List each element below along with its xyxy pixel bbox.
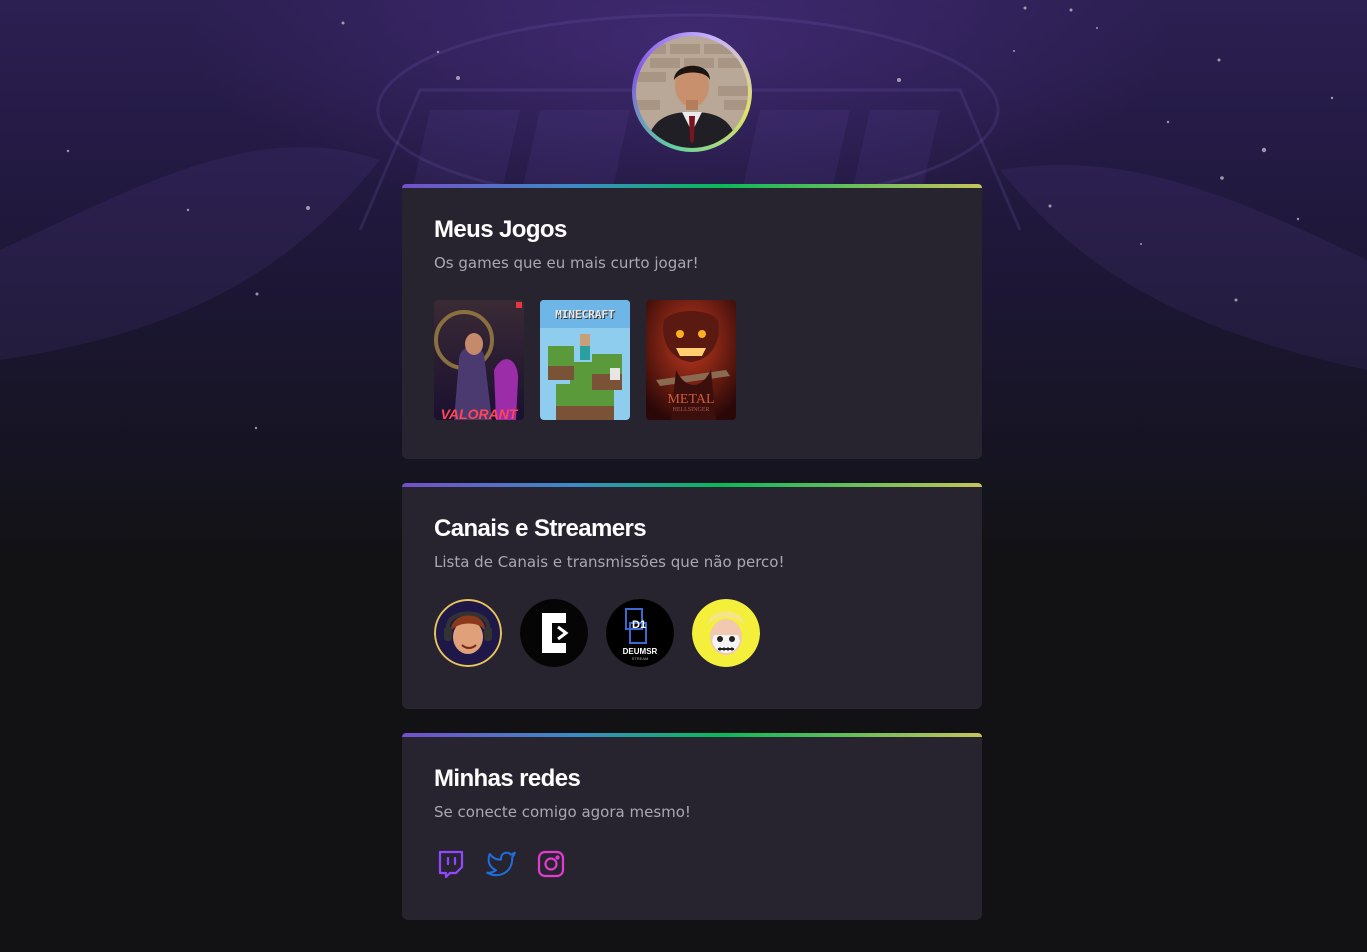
streamers-card: Canais e Streamers Lista de Canais e tra… (402, 483, 982, 709)
streamer-3-label: D1 (632, 619, 647, 631)
socials-title: Minhas redes (434, 765, 581, 792)
game-label-metal: METAL (667, 392, 715, 407)
avatar[interactable] (636, 36, 748, 148)
game-valorant[interactable]: VALORANT (434, 300, 524, 420)
streamer-3-sub: STREAM (631, 656, 649, 661)
streamer-avatar-1[interactable] (434, 599, 502, 667)
socials-subtitle: Se conecte comigo agora mesmo! (434, 803, 691, 821)
twitter-icon[interactable] (486, 849, 516, 879)
game-label-hellsinger: HELLSINGER (672, 407, 710, 413)
streamer-avatar-4[interactable] (692, 599, 760, 667)
games-title: Meus Jogos (434, 216, 567, 243)
games-subtitle: Os games que eu mais curto jogar! (434, 254, 699, 272)
games-card: Meus Jogos Os games que eu mais curto jo… (402, 184, 982, 459)
streamers-title: Canais e Streamers (434, 515, 647, 542)
game-minecraft[interactable]: MINECRAFT (540, 300, 630, 420)
streamer-avatar-2[interactable] (520, 599, 588, 667)
game-label-minecraft: MINECRAFT (555, 308, 615, 321)
socials-list (436, 849, 566, 879)
streamer-3-name: DEUMSR (622, 647, 658, 656)
game-metal-hellsinger[interactable]: METAL HELLSINGER (646, 300, 736, 420)
streamers-subtitle: Lista de Canais e transmissões que não p… (434, 553, 785, 571)
game-label-valorant: VALORANT (440, 406, 518, 420)
games-list: VALORANT MINECRAFT METAL HELLSINGER (434, 300, 736, 420)
twitch-icon[interactable] (436, 849, 466, 879)
streamer-avatar-3[interactable]: D1 DEUMSR STREAM (606, 599, 674, 667)
streamers-list: D1 DEUMSR STREAM (434, 599, 760, 667)
instagram-icon[interactable] (536, 849, 566, 879)
avatar-ring (632, 32, 752, 152)
socials-card: Minhas redes Se conecte comigo agora mes… (402, 733, 982, 920)
